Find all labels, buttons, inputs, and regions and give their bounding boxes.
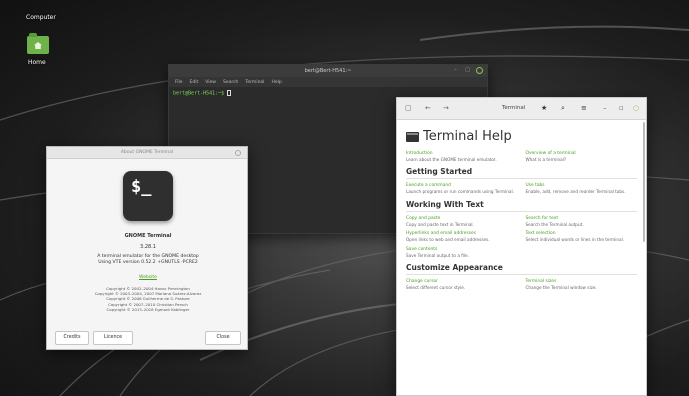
topic-desc: Change the Terminal window size. bbox=[525, 285, 597, 291]
section-heading: Getting Started bbox=[406, 167, 637, 180]
terminal-titlebar[interactable]: bert@Bert-H541:~ – □ bbox=[169, 65, 487, 77]
help-window[interactable]: ▢ ← → Terminal ★ ⌕ ≡ – ▫ ○ Terminal Help… bbox=[396, 97, 647, 396]
scrollbar[interactable] bbox=[643, 122, 645, 242]
help-page-title: Terminal Help bbox=[423, 129, 512, 144]
help-topic-row: Hyperlinks and email addresses Open link… bbox=[406, 231, 637, 242]
licence-button[interactable]: Licence bbox=[93, 331, 133, 345]
topic-desc: Copy and paste text in Terminal. bbox=[406, 221, 474, 227]
help-topic-row: Save contents Save Terminal output to a … bbox=[406, 247, 637, 258]
help-topic-row: Change cursor Select different cursor st… bbox=[406, 279, 637, 290]
minimize-icon[interactable]: – bbox=[603, 104, 607, 113]
help-topic: Overview of a terminal What is a termina… bbox=[526, 151, 638, 162]
back-arrow-icon[interactable]: ← bbox=[425, 104, 431, 113]
help-topic: Introduction Learn about the GNOME termi… bbox=[406, 151, 518, 162]
app-version: 3.28.1 bbox=[140, 244, 156, 250]
help-topic: Save contents Save Terminal output to a … bbox=[406, 247, 519, 258]
topic-desc: Search the Terminal output. bbox=[525, 221, 584, 227]
menu-edit[interactable]: Edit bbox=[190, 80, 199, 85]
sidebar-icon[interactable]: ▢ bbox=[405, 104, 412, 113]
menu-terminal[interactable]: Terminal bbox=[245, 80, 264, 85]
section-heading: Working With Text bbox=[406, 200, 637, 212]
topic-desc: Enable, add, remove and reorder Terminal… bbox=[525, 189, 626, 195]
help-page-heading: Terminal Help bbox=[406, 129, 637, 144]
terminal-window-buttons: – □ bbox=[452, 67, 483, 74]
close-icon[interactable] bbox=[476, 67, 483, 74]
credits-button[interactable]: Credits bbox=[55, 331, 89, 345]
terminal-title: bert@Bert-H541:~ bbox=[304, 68, 352, 74]
topic-desc: Select individual words or lines in the … bbox=[525, 237, 625, 243]
search-icon[interactable]: ⌕ bbox=[561, 104, 565, 113]
help-topic: Text selection Select individual words o… bbox=[526, 231, 638, 242]
copyright-block: Copyright © 2002–2004 Havoc Pennington C… bbox=[47, 286, 249, 312]
copyright-line: Copyright © 2013–2018 Egmont Koblinger bbox=[106, 306, 190, 312]
close-icon[interactable] bbox=[235, 150, 241, 156]
help-topic: Terminal sizes Change the Terminal windo… bbox=[526, 279, 638, 290]
help-topic: Search for text Search the Terminal outp… bbox=[526, 216, 638, 227]
app-name: GNOME Terminal bbox=[124, 233, 172, 239]
house-glyph bbox=[34, 42, 42, 49]
help-topic: Use tabs Enable, add, remove and reorder… bbox=[526, 183, 638, 194]
menu-file[interactable]: File bbox=[175, 80, 183, 85]
help-content: Terminal Help Introduction Learn about t… bbox=[397, 120, 646, 300]
help-topic: Change cursor Select different cursor st… bbox=[406, 279, 518, 290]
about-titlebar[interactable]: About GNOME Terminal bbox=[47, 147, 247, 159]
topic-desc: Learn about the GNOME terminal emulator. bbox=[406, 157, 497, 162]
menu-help[interactable]: Help bbox=[271, 80, 281, 85]
topic-desc: What is a terminal? bbox=[525, 157, 567, 162]
topic-desc: Save Terminal output to a file. bbox=[406, 252, 469, 258]
terminal-cursor bbox=[227, 90, 232, 96]
terminal-prompt: bert@Bert-H541:~$ bbox=[173, 90, 225, 97]
desktop-home-label[interactable]: Home bbox=[28, 59, 46, 66]
about-dialog[interactable]: About GNOME Terminal $_ GNOME Terminal 3… bbox=[46, 146, 248, 350]
bookmark-star-icon[interactable]: ★ bbox=[541, 104, 547, 113]
menu-search[interactable]: Search bbox=[223, 80, 238, 85]
close-button[interactable]: Close bbox=[205, 331, 241, 345]
help-topic: Execute a command Launch programs or run… bbox=[406, 183, 518, 194]
help-topic: Copy and paste Copy and paste text in Te… bbox=[406, 216, 518, 227]
menu-view[interactable]: View bbox=[205, 80, 216, 85]
help-headerbar[interactable]: ▢ ← → Terminal ★ ⌕ ≡ – ▫ ○ bbox=[397, 98, 646, 120]
terminal-icon bbox=[406, 131, 419, 142]
home-folder-icon[interactable] bbox=[27, 33, 49, 54]
help-topic: Hyperlinks and email addresses Open link… bbox=[406, 231, 518, 242]
website-link[interactable]: Website bbox=[47, 275, 249, 280]
topic-desc: Open links to web and email addresses. bbox=[406, 237, 490, 243]
maximize-icon[interactable]: □ bbox=[464, 67, 471, 74]
menu-icon[interactable]: ≡ bbox=[581, 104, 587, 113]
help-topic-row: Execute a command Launch programs or run… bbox=[406, 183, 637, 194]
close-icon[interactable]: ○ bbox=[633, 104, 639, 113]
desktop-computer-label[interactable]: Computer bbox=[26, 14, 56, 21]
section-heading: Customize Appearance bbox=[406, 263, 637, 276]
topic-desc: Launch programs or run commands using Te… bbox=[406, 189, 514, 195]
description-line: Using VTE version 0.52.2 +GNUTLS -PCRE2 bbox=[98, 260, 198, 265]
terminal-menubar: File Edit View Search Terminal Help bbox=[169, 77, 487, 87]
minimize-icon[interactable]: – bbox=[452, 67, 459, 74]
help-topic-row: Copy and paste Copy and paste text in Te… bbox=[406, 216, 637, 227]
help-window-title: Terminal bbox=[502, 105, 526, 111]
app-description: A terminal emulator for the GNOME deskto… bbox=[47, 254, 249, 266]
maximize-icon[interactable]: ▫ bbox=[619, 104, 624, 113]
forward-arrow-icon[interactable]: → bbox=[443, 104, 449, 113]
help-intro-row: Introduction Learn about the GNOME termi… bbox=[406, 151, 637, 162]
terminal-app-icon: $_ bbox=[123, 171, 173, 221]
about-title: About GNOME Terminal bbox=[120, 150, 174, 155]
topic-desc: Select different cursor style. bbox=[406, 285, 466, 291]
